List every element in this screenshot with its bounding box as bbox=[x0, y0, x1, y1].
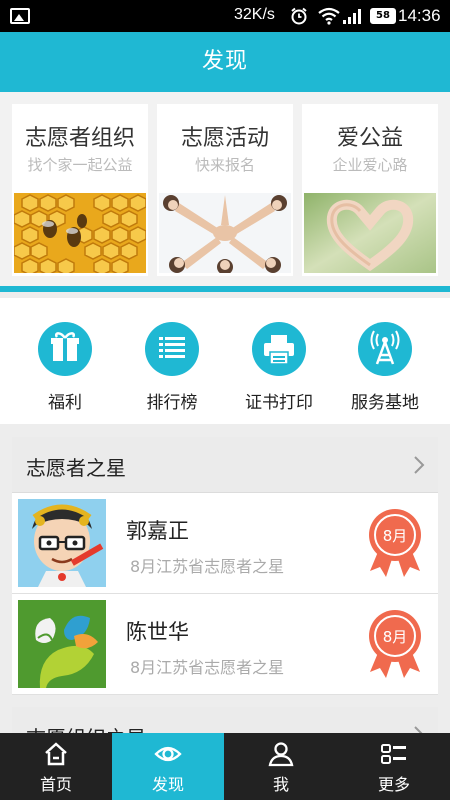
section-title: 志愿组织之星 bbox=[26, 722, 146, 733]
card-volunteer-activity[interactable]: 志愿活动 快来报名 bbox=[157, 104, 293, 276]
nav-me[interactable]: 我 bbox=[225, 733, 337, 800]
badge-label: 8月 bbox=[383, 628, 408, 646]
list-item[interactable]: 郭嘉正 8月江苏省志愿者之星 8月 bbox=[12, 493, 438, 594]
feature-ranking[interactable]: 排行榜 bbox=[122, 322, 222, 413]
signal-icon bbox=[343, 9, 361, 24]
volunteer-desc: 8月江苏省志愿者之星 bbox=[130, 557, 285, 576]
volunteer-name: 陈世华 bbox=[126, 620, 189, 644]
printer-icon bbox=[264, 335, 294, 365]
chevron-right-icon bbox=[414, 726, 423, 733]
home-icon bbox=[45, 742, 67, 766]
feature-label: 证书打印 bbox=[245, 393, 313, 413]
cartoon-man-avatar bbox=[18, 499, 106, 587]
award-ribbon-icon: 8月 bbox=[369, 610, 421, 678]
section-header[interactable]: 志愿者之星 bbox=[12, 437, 438, 493]
page-title: 发现 bbox=[201, 49, 248, 74]
eye-icon bbox=[154, 746, 182, 762]
gift-icon bbox=[51, 332, 79, 361]
battery-indicator: 58 bbox=[370, 8, 396, 24]
list-icon bbox=[159, 337, 185, 358]
grid-more-icon bbox=[381, 744, 406, 764]
heart-hands-image bbox=[304, 193, 436, 273]
alarm-icon bbox=[291, 7, 307, 25]
feature-label: 福利 bbox=[48, 393, 82, 413]
bottom-nav: 首页 发现 我 更多 bbox=[0, 733, 450, 800]
person-icon bbox=[268, 742, 294, 767]
card-love-charity[interactable]: 爱公益 企业爱心路 bbox=[302, 104, 438, 276]
card-title: 志愿活动 bbox=[180, 126, 269, 151]
card-title: 志愿者组织 bbox=[24, 126, 135, 151]
status-bar: 32K/s 58 14:36 bbox=[0, 0, 450, 32]
wifi-icon bbox=[318, 7, 340, 25]
card-subtitle: 企业爱心路 bbox=[332, 156, 408, 174]
feature-welfare[interactable]: 福利 bbox=[15, 322, 115, 413]
org-star-section: 志愿组织之星 bbox=[12, 707, 438, 733]
section-header[interactable]: 志愿组织之星 bbox=[12, 707, 438, 733]
list-item[interactable]: 陈世华 8月江苏省志愿者之星 8月 bbox=[12, 594, 438, 695]
nav-label: 我 bbox=[272, 775, 289, 794]
card-subtitle: 找个家一起公益 bbox=[27, 156, 133, 174]
honeycomb-image bbox=[14, 193, 146, 273]
volunteer-name: 郭嘉正 bbox=[126, 519, 189, 543]
card-title: 爱公益 bbox=[336, 126, 403, 151]
clock: 14:36 bbox=[398, 6, 441, 25]
title-bar: 发现 bbox=[0, 32, 450, 92]
nav-label: 首页 bbox=[39, 775, 72, 794]
feature-service-base[interactable]: 服务基地 bbox=[335, 322, 435, 413]
nav-home[interactable]: 首页 bbox=[0, 733, 112, 800]
feature-label: 服务基地 bbox=[351, 393, 419, 413]
volunteer-desc: 8月江苏省志愿者之星 bbox=[130, 658, 285, 677]
card-volunteer-org[interactable]: 志愿者组织 找个家一起公益 bbox=[12, 104, 148, 276]
hands-together-image bbox=[159, 193, 291, 273]
badge-label: 8月 bbox=[383, 527, 408, 545]
feature-certificate-print[interactable]: 证书打印 bbox=[229, 322, 329, 413]
volunteer-star-section: 志愿者之星 郭嘉正 8月江苏省志愿者之星 8月 陈世华 8月江苏省志愿者之星 8… bbox=[12, 437, 438, 695]
network-speed: 32K/s bbox=[234, 6, 275, 23]
award-ribbon-icon: 8月 bbox=[369, 509, 421, 577]
card-subtitle: 快来报名 bbox=[194, 156, 255, 174]
chevron-right-icon bbox=[414, 456, 425, 474]
section-title: 志愿者之星 bbox=[26, 456, 126, 480]
nav-more[interactable]: 更多 bbox=[338, 733, 450, 800]
green-leaf-logo-avatar bbox=[18, 600, 106, 688]
feature-label: 排行榜 bbox=[146, 393, 198, 413]
category-cards: 志愿者组织 找个家一起公益 志愿活动 快来报名 爱公益 企业爱心路 bbox=[0, 92, 450, 292]
feature-icons: 福利 排行榜 证书打印 服务基地 bbox=[0, 298, 450, 424]
nav-discover[interactable]: 发现 bbox=[112, 733, 224, 800]
image-notification-icon bbox=[10, 8, 30, 24]
nav-label: 发现 bbox=[151, 775, 184, 794]
tower-icon bbox=[370, 330, 400, 365]
nav-label: 更多 bbox=[377, 775, 410, 794]
